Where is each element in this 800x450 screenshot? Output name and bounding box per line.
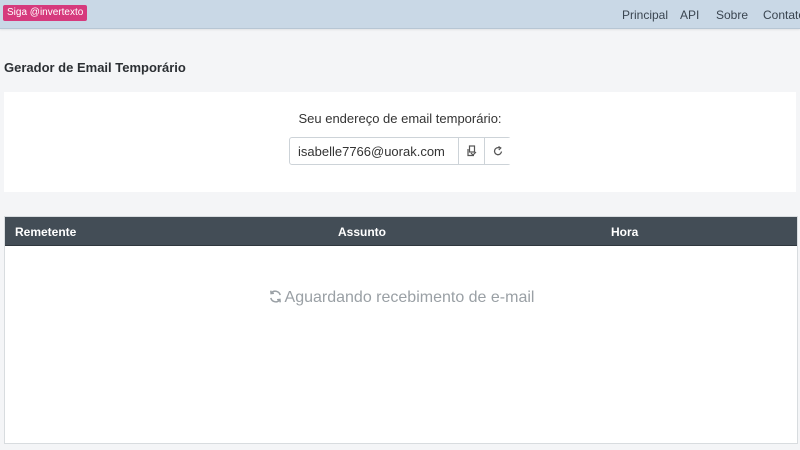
inbox-table-header: Remetente Assunto Hora: [5, 217, 797, 246]
follow-badge[interactable]: Siga @invertexto: [3, 5, 88, 21]
new-email-button[interactable]: [484, 138, 511, 164]
email-card: Seu endereço de email temporário:: [4, 92, 796, 192]
nav-link-sobre[interactable]: Sobre: [716, 8, 748, 22]
nav-link-contato[interactable]: Contato: [763, 8, 800, 22]
top-navbar: Siga @invertexto Principal API Sobre Con…: [0, 0, 800, 29]
column-header-assunto: Assunto: [338, 225, 386, 239]
email-caption: Seu endereço de email temporário:: [298, 111, 502, 126]
waiting-message: Aguardando recebimento de e-mail: [5, 289, 797, 309]
email-input-group: [289, 137, 511, 165]
column-header-remetente: Remetente: [15, 225, 77, 239]
column-header-hora: Hora: [611, 225, 639, 239]
refresh-icon: [493, 145, 503, 156]
copy-icon: [467, 145, 477, 157]
nav-link-api[interactable]: API: [680, 8, 699, 22]
copy-email-button[interactable]: [458, 138, 485, 164]
sync-icon: [268, 289, 283, 309]
page-title: Gerador de Email Temporário: [4, 60, 186, 75]
waiting-text: Aguardando recebimento de e-mail: [284, 289, 535, 306]
email-address-field[interactable]: [290, 138, 458, 164]
nav-link-principal[interactable]: Principal: [622, 8, 668, 22]
inbox-table: Remetente Assunto Hora Aguardando recebi…: [4, 216, 798, 444]
